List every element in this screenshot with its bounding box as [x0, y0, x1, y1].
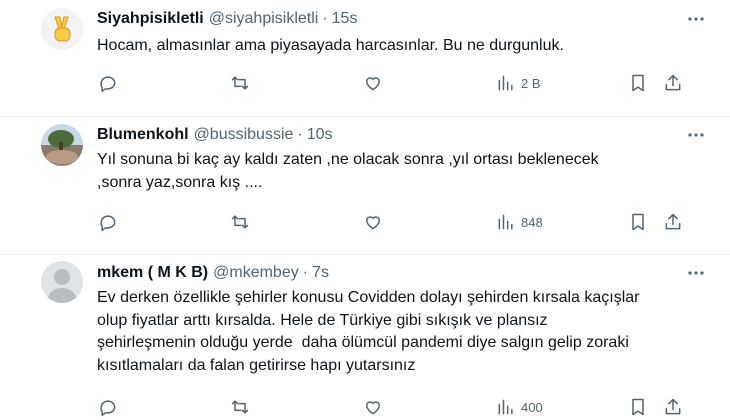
more-icon	[688, 271, 704, 275]
reply-button[interactable]	[98, 396, 118, 418]
view-count: 2 B	[521, 75, 541, 91]
share-button[interactable]	[663, 211, 683, 233]
tweet[interactable]: Siyahpisikletli @siyahpisikletli · 15s H…	[0, 0, 730, 117]
retweet-icon	[231, 400, 249, 414]
action-bar: 848	[0, 211, 730, 233]
avatar[interactable]	[41, 124, 83, 166]
share-icon	[665, 74, 681, 91]
reply-icon	[100, 400, 116, 417]
timestamp[interactable]: 10s	[307, 126, 333, 144]
share-button[interactable]	[663, 396, 683, 418]
views-button[interactable]: 400	[496, 396, 543, 418]
more-button[interactable]	[684, 8, 708, 30]
heart-icon	[366, 216, 380, 230]
tweet-text: Yıl sonuna bi kaç ay kaldı zaten ,ne ola…	[97, 151, 599, 191]
reply-icon	[100, 76, 116, 93]
victory-hand-emoji-icon	[41, 8, 83, 50]
views-icon	[498, 75, 513, 91]
like-button[interactable]	[363, 211, 383, 233]
more-button[interactable]	[684, 262, 708, 284]
more-button[interactable]	[684, 124, 708, 146]
avatar[interactable]	[41, 8, 83, 50]
default-avatar-icon	[41, 261, 83, 303]
tweet[interactable]: Blumenkohl @bussibussie · 10s Yıl sonuna…	[0, 116, 730, 255]
views-icon	[498, 399, 513, 415]
tweet-text: Ev derken özellikle şehirler konusu Covi…	[97, 289, 640, 374]
display-name[interactable]: mkem ( M K B)	[97, 264, 208, 282]
retweet-button[interactable]	[230, 396, 250, 418]
bookmark-button[interactable]	[628, 396, 648, 418]
tweet-text: Hocam, almasınlar ama piyasayada harcası…	[97, 37, 564, 54]
tweet-header: Blumenkohl @bussibussie · 10s	[97, 124, 333, 146]
tree-photo-icon	[41, 124, 83, 166]
heart-icon	[366, 401, 380, 415]
share-button[interactable]	[663, 72, 683, 94]
views-icon	[498, 214, 513, 230]
reply-button[interactable]	[98, 72, 118, 94]
bookmark-icon	[632, 74, 644, 92]
bookmark-icon	[632, 398, 644, 416]
timestamp[interactable]: 15s	[332, 10, 358, 28]
share-icon	[665, 398, 681, 415]
avatar[interactable]	[41, 261, 83, 303]
share-icon	[665, 213, 681, 230]
tweet-header: mkem ( M K B) @mkembey · 7s	[97, 262, 329, 284]
like-button[interactable]	[363, 72, 383, 94]
user-handle[interactable]: @siyahpisikletli	[209, 10, 319, 28]
separator-dot: ·	[302, 264, 309, 281]
views-button[interactable]: 848	[496, 211, 543, 233]
views-button[interactable]: 2 B	[496, 72, 541, 94]
timestamp[interactable]: 7s	[312, 264, 329, 282]
retweet-button[interactable]	[230, 72, 250, 94]
heart-icon	[366, 77, 380, 91]
retweet-icon	[231, 215, 249, 229]
more-icon	[688, 17, 704, 21]
separator-dot: ·	[322, 10, 328, 27]
tweet[interactable]: mkem ( M K B) @mkembey · 7s Ev derken öz…	[0, 254, 730, 420]
user-handle[interactable]: @mkembey	[213, 264, 299, 282]
user-handle[interactable]: @bussibussie	[194, 126, 294, 144]
like-button[interactable]	[363, 396, 383, 418]
separator-dot: ·	[297, 126, 303, 143]
display-name[interactable]: Siyahpisikletli	[97, 10, 204, 28]
action-bar: 400	[0, 396, 730, 418]
reply-button[interactable]	[98, 211, 118, 233]
view-count: 848	[521, 214, 543, 230]
bookmark-button[interactable]	[628, 72, 648, 94]
reply-icon	[100, 215, 116, 232]
action-bar: 2 B	[0, 72, 730, 94]
more-icon	[688, 133, 704, 137]
tweet-header: Siyahpisikletli @siyahpisikletli · 15s	[97, 8, 357, 30]
view-count: 400	[521, 399, 543, 415]
retweet-button[interactable]	[230, 211, 250, 233]
display-name[interactable]: Blumenkohl	[97, 126, 189, 144]
bookmark-button[interactable]	[628, 211, 648, 233]
retweet-icon	[231, 76, 249, 90]
bookmark-icon	[632, 213, 644, 231]
